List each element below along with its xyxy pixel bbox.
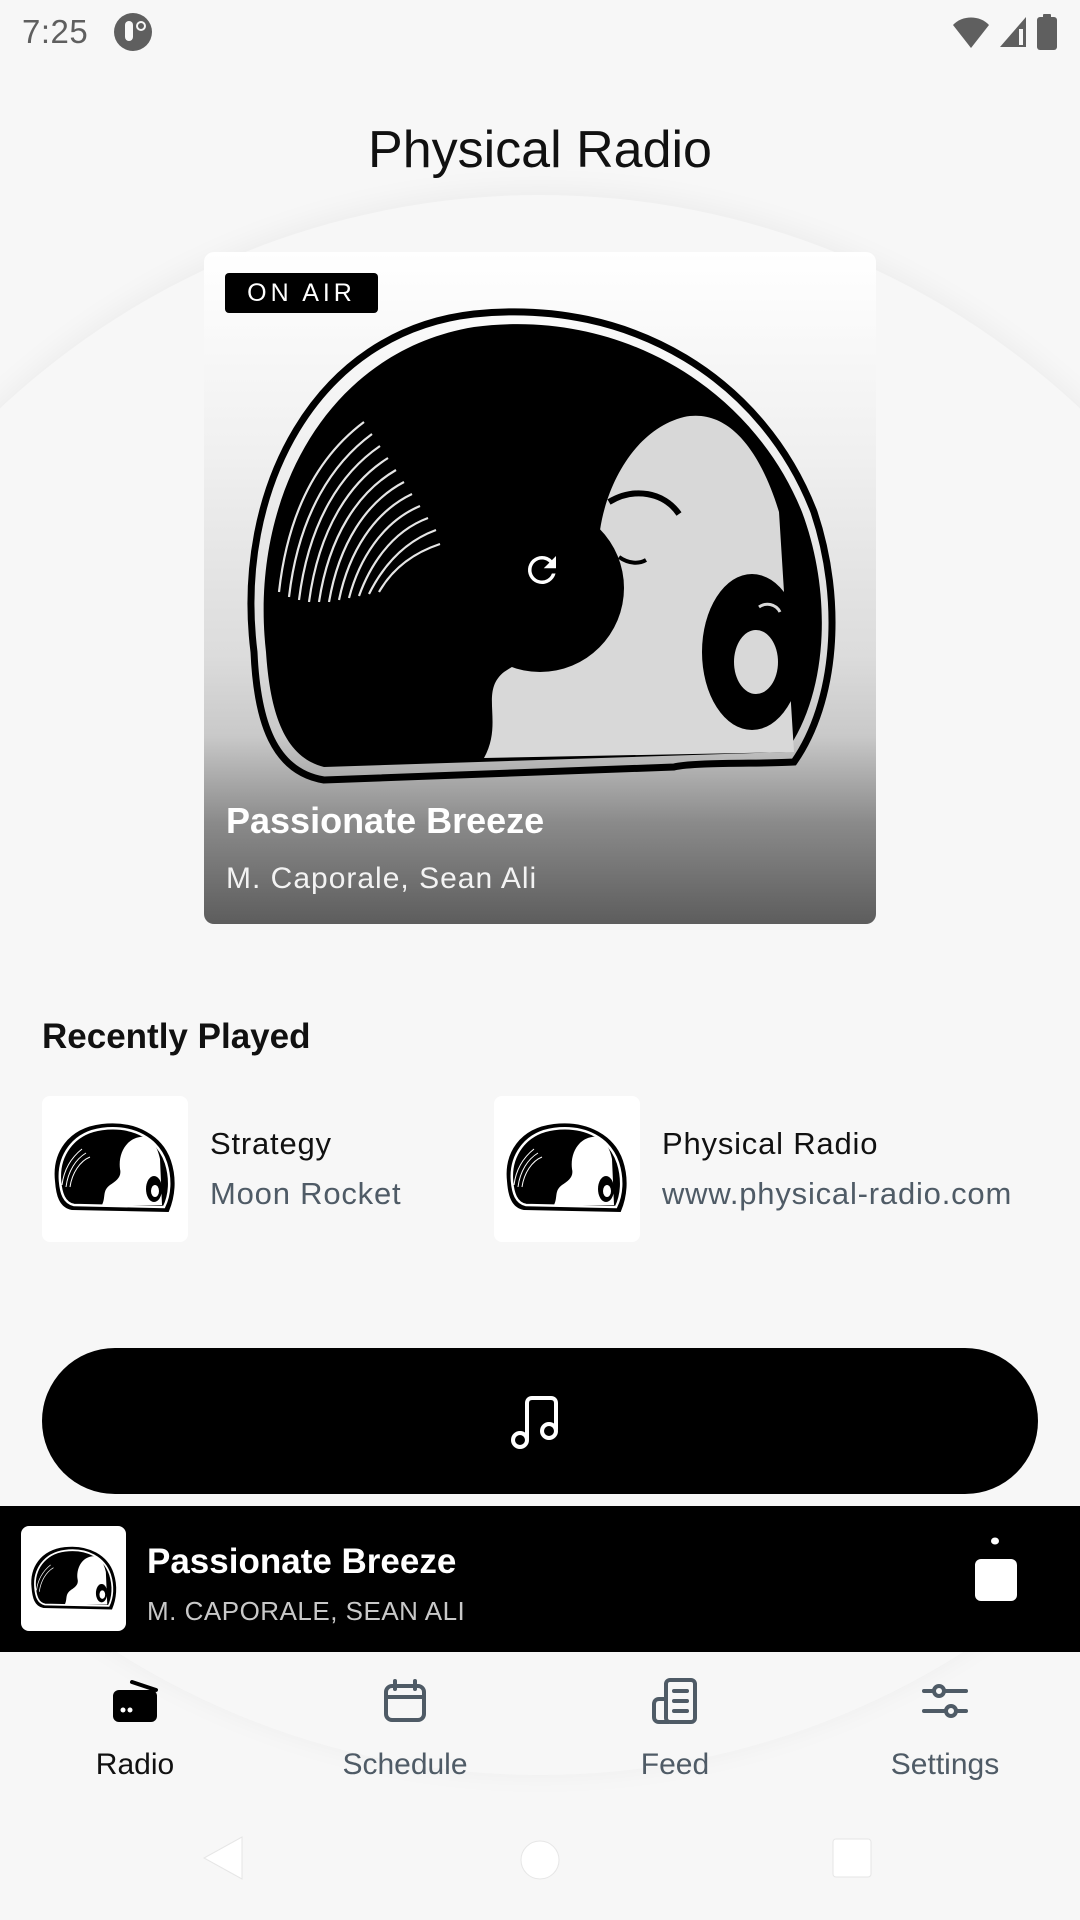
recently-played-item[interactable]: Strategy Moon Rocket [42,1096,401,1242]
newspaper-icon [648,1674,702,1728]
nav-item-feed[interactable]: Feed [540,1652,810,1800]
now-playing-artist: M. Caporale, Sean Ali [226,862,538,895]
nav-item-schedule[interactable]: Schedule [270,1652,540,1800]
station-logo-icon [506,1123,627,1213]
nav-item-settings[interactable]: Settings [810,1652,1080,1800]
recently-played-item[interactable]: Physical Radio www.physical-radio.com [494,1096,1012,1242]
mini-player-title: Passionate Breeze [147,1542,457,1581]
stop-button[interactable] [966,1532,1026,1622]
recent-item-text: Physical Radio www.physical-radio.com [662,1126,1012,1212]
bottom-navigation: Radio Schedule Feed Settings [0,1652,1080,1800]
nav-label: Feed [640,1748,710,1781]
nav-label: Settings [890,1748,1000,1781]
nav-label: Schedule [342,1748,468,1781]
recent-thumbnail [42,1096,188,1242]
mini-player[interactable]: Passionate Breeze M. CAPORALE, SEAN ALI [0,1506,1080,1652]
now-playing-artwork-card[interactable]: ON AIR Passionate Breeze M. Caporale, Se… [204,252,876,924]
nav-item-radio[interactable]: Radio [0,1652,270,1800]
calendar-icon [378,1674,432,1728]
app-notification-icon [114,13,153,51]
recent-item-title: Physical Radio [662,1126,879,1161]
recent-item-title: Strategy [210,1126,332,1161]
sliders-icon [918,1674,972,1728]
refresh-icon [527,556,556,584]
recently-played-heading: Recently Played [42,1017,311,1056]
recents-icon[interactable] [830,1836,874,1880]
status-icons [952,14,1058,50]
cellular-signal-icon [1000,17,1026,47]
mini-player-artist: M. CAPORALE, SEAN ALI [147,1596,466,1626]
status-time: 7:25 [22,13,89,50]
status-bar: 7:25 [0,0,1080,64]
station-logo-icon [30,1546,116,1609]
music-note-icon [511,1396,558,1449]
station-logo-icon [54,1123,175,1213]
wifi-icon [953,17,989,48]
battery-icon [1037,14,1057,50]
nav-label: Radio [95,1748,175,1781]
stop-icon [975,1537,1017,1601]
back-icon[interactable] [200,1833,246,1883]
mini-player-thumbnail [21,1526,126,1631]
now-playing-title: Passionate Breeze [226,800,545,841]
recent-item-subtitle: www.physical-radio.com [662,1176,1013,1211]
radio-icon [108,1674,162,1728]
on-air-badge: ON AIR [225,273,378,313]
home-icon[interactable] [518,1838,562,1882]
recent-thumbnail [494,1096,640,1242]
refresh-button[interactable] [476,504,608,636]
system-navigation-bar [0,1800,1080,1920]
recent-item-text: Strategy Moon Rocket [210,1126,401,1212]
recent-item-subtitle: Moon Rocket [210,1176,402,1211]
play-button[interactable] [42,1348,1038,1494]
page-title: Physical Radio [368,121,712,179]
